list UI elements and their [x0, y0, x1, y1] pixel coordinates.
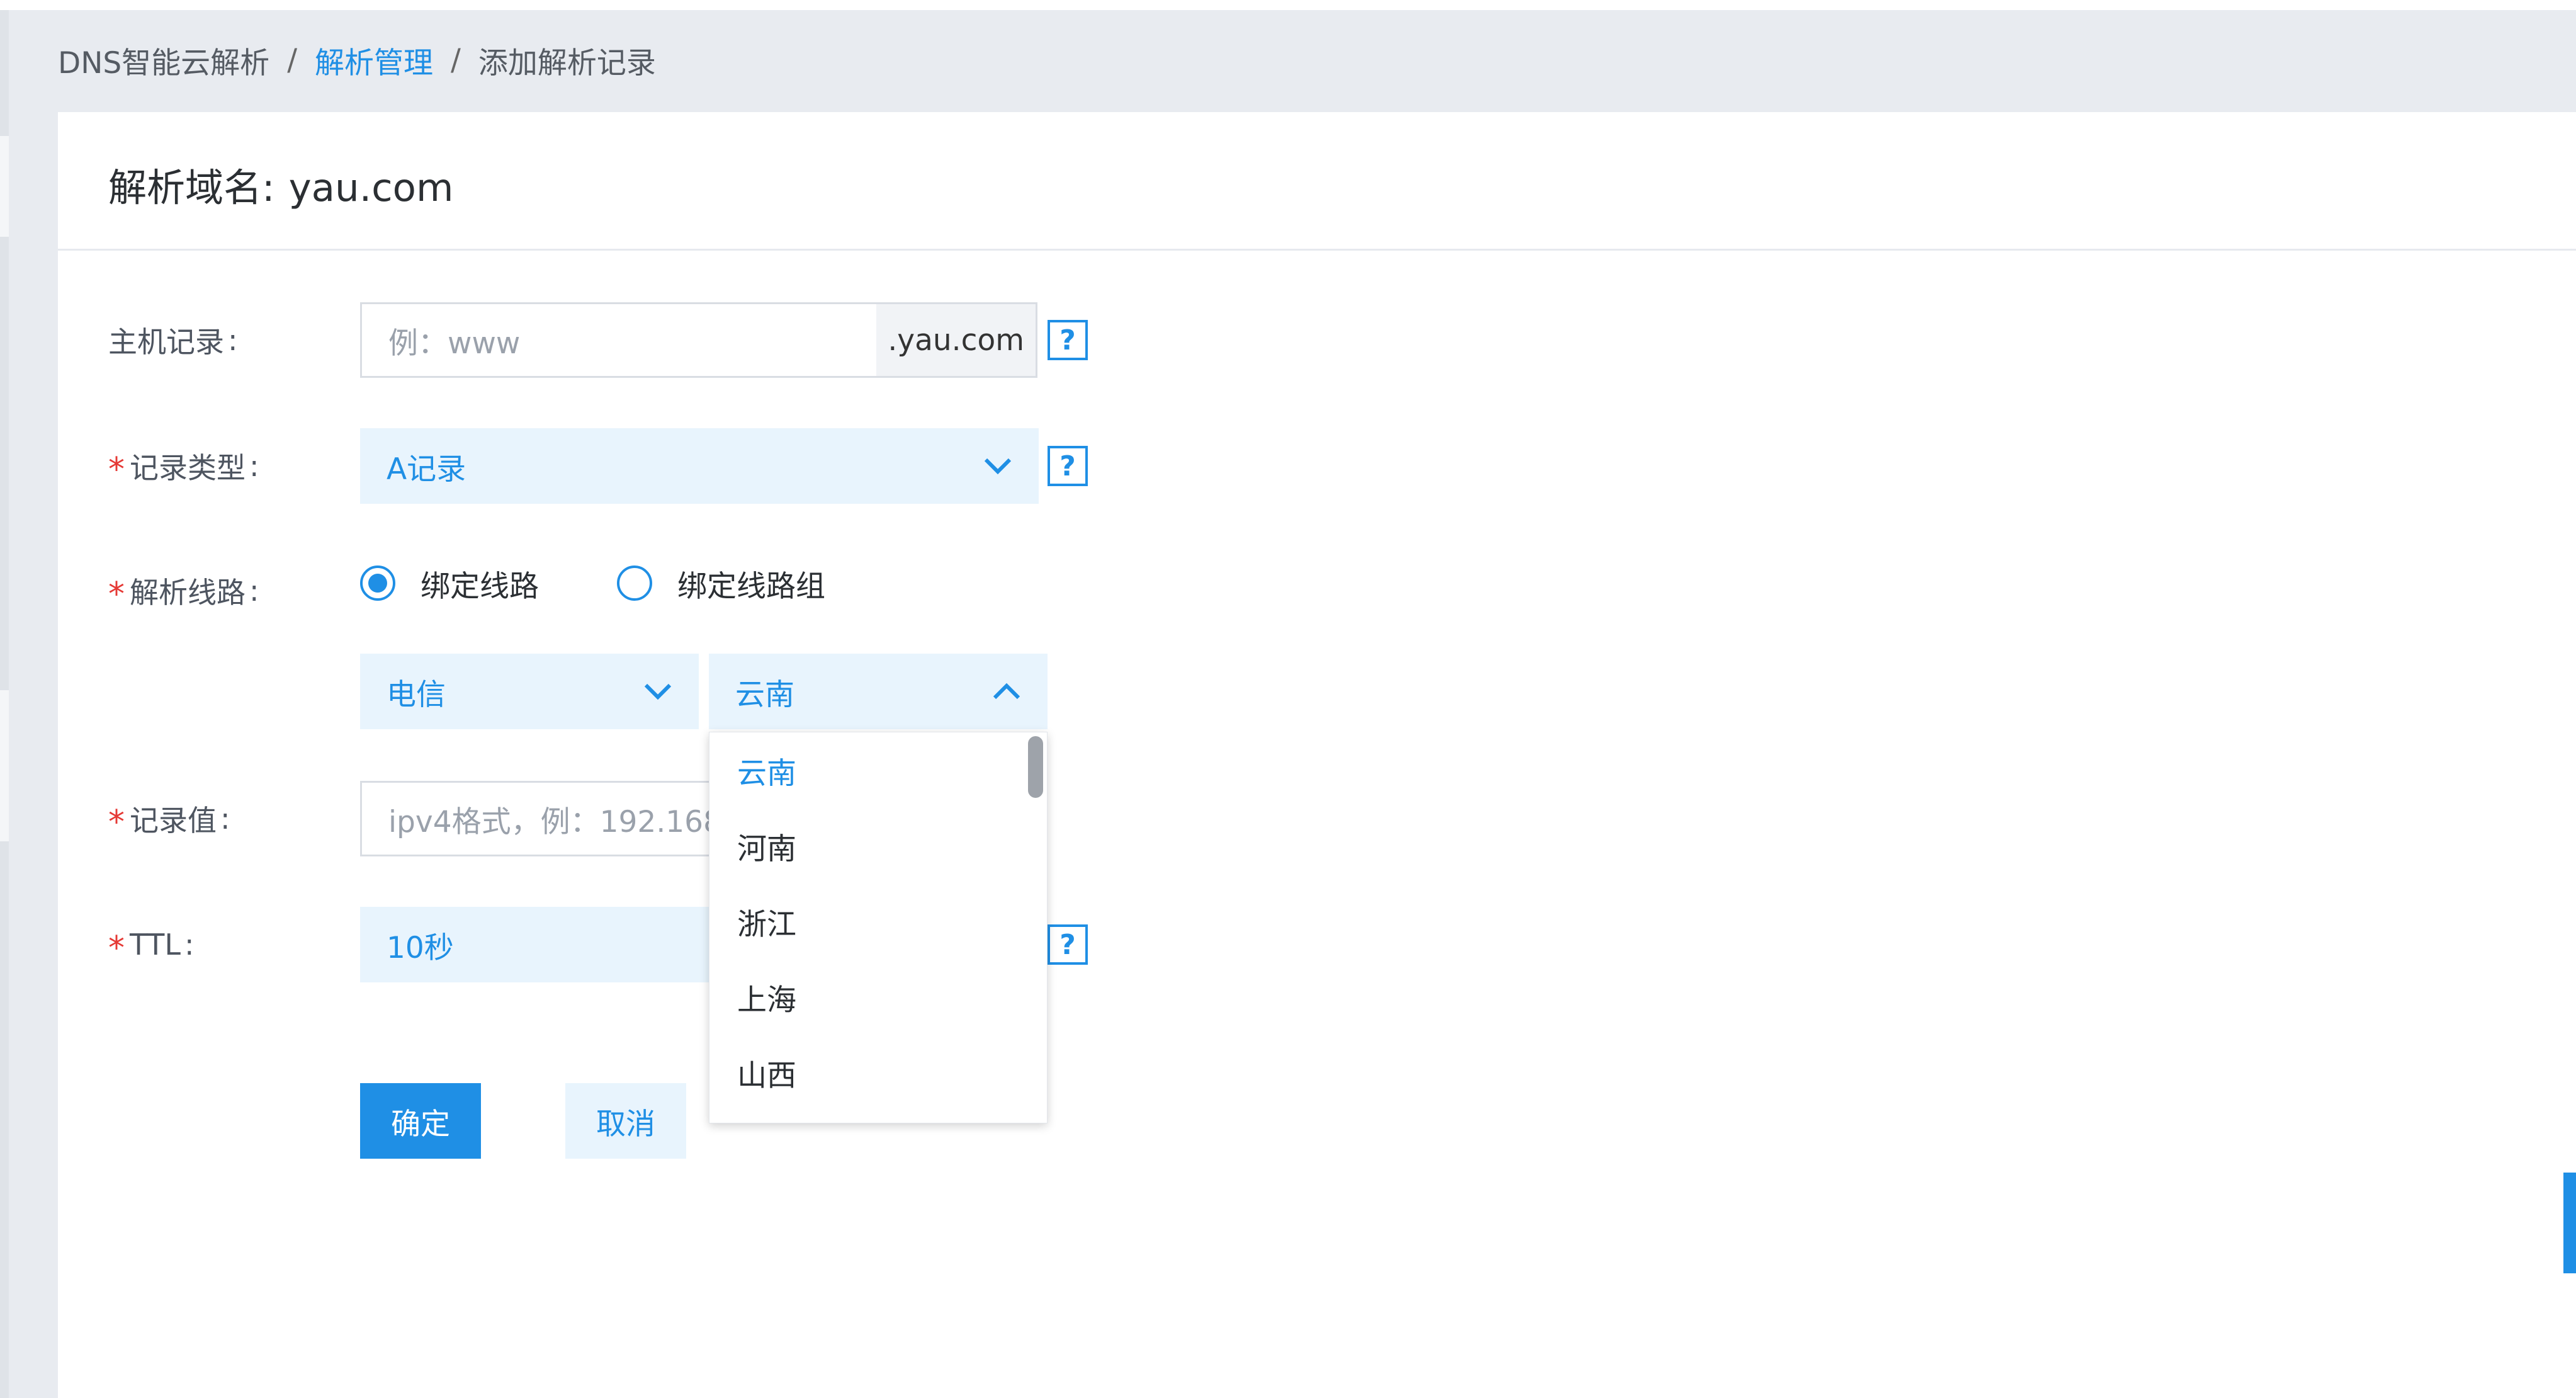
dropdown-option-shanxi[interactable]: 山西 — [737, 1035, 796, 1110]
page-title: 解析域名: yau.com — [108, 156, 453, 212]
record-type-label: * 记录类型: — [108, 428, 259, 504]
record-value-placeholder: ipv4格式，例：192.168 — [388, 804, 722, 839]
required-asterisk: * — [108, 576, 125, 613]
ttl-label-colon: : — [184, 928, 195, 962]
host-label-colon: : — [228, 323, 238, 357]
breadcrumb-separator: / — [451, 42, 461, 77]
radio-bind-line-label: 绑定线路 — [421, 569, 539, 604]
chevron-down-icon — [643, 677, 672, 706]
host-input[interactable]: 例：www .yau.com — [360, 302, 1037, 378]
floating-side-tab[interactable] — [2563, 1173, 2576, 1273]
required-asterisk: * — [108, 451, 125, 489]
required-asterisk: * — [108, 929, 125, 967]
value-label-text: 记录值 — [130, 804, 217, 838]
breadcrumb-current: 添加解析记录 — [478, 45, 656, 81]
host-domain-suffix: .yau.com — [876, 304, 1036, 376]
host-suffix-text: .yau.com — [888, 322, 1024, 358]
breadcrumb-link-manage[interactable]: 解析管理 — [315, 38, 433, 82]
page-title-domain: yau.com — [288, 166, 454, 210]
breadcrumb-separator: / — [287, 42, 298, 77]
page-title-label: 解析域名: — [108, 166, 275, 210]
region-select[interactable]: 云南 — [709, 654, 1048, 729]
breadcrumb-root: DNS智能云解析 — [58, 45, 270, 81]
ttl-help-icon[interactable]: ? — [1048, 924, 1088, 965]
record-type-help-icon[interactable]: ? — [1048, 446, 1088, 486]
line-label-colon: : — [249, 574, 259, 608]
isp-select-value: 电信 — [387, 677, 446, 712]
chevron-down-icon — [983, 452, 1012, 480]
radio-button-unchecked[interactable] — [617, 565, 652, 601]
dropdown-option-shanghai[interactable]: 上海 — [737, 959, 796, 1035]
region-dropdown-menu: 云南 河南 浙江 上海 山西 — [709, 732, 1048, 1123]
confirm-button[interactable]: 确定 — [360, 1083, 481, 1159]
record-type-value: A记录 — [387, 452, 466, 487]
card-header: 解析域名: yau.com — [58, 112, 2576, 251]
isp-select[interactable]: 电信 — [360, 654, 699, 729]
top-strip — [0, 0, 2576, 10]
left-edge-segment — [0, 136, 9, 237]
host-label: 主机记录: — [108, 302, 238, 378]
ttl-label-text: TTL — [130, 928, 181, 962]
line-label: * 解析线路: — [108, 553, 259, 628]
value-label: * 记录值: — [108, 781, 230, 856]
ttl-select-value: 10秒 — [387, 930, 454, 965]
left-edge-segment — [0, 690, 9, 841]
ttl-label: * TTL: — [108, 907, 195, 982]
record-type-label-colon: : — [249, 449, 259, 483]
page: DNS智能云解析 / 解析管理 / 添加解析记录 解析域名: yau.com 主… — [0, 0, 2576, 1398]
value-label-colon: : — [220, 802, 230, 836]
host-input-placeholder: 例：www — [388, 326, 521, 361]
dropdown-option-zhejiang[interactable]: 浙江 — [737, 884, 796, 959]
host-label-text: 主机记录 — [108, 325, 224, 359]
dropdown-option-henan[interactable]: 河南 — [737, 808, 796, 884]
chevron-up-icon — [992, 677, 1021, 706]
required-asterisk: * — [108, 804, 125, 841]
dropdown-scrollbar[interactable] — [1028, 736, 1043, 798]
left-sidebar-edge — [0, 10, 9, 1398]
record-type-select[interactable]: A记录 — [360, 428, 1039, 504]
radio-bind-line[interactable]: 绑定线路 — [360, 545, 539, 621]
region-select-value: 云南 — [735, 677, 794, 712]
radio-button-checked[interactable] — [360, 565, 395, 601]
cancel-button[interactable]: 取消 — [565, 1083, 686, 1159]
form-card: 解析域名: yau.com 主机记录: 例：www .yau.com ? * 记录… — [58, 112, 2576, 1398]
record-type-label-text: 记录类型 — [130, 451, 246, 485]
line-label-text: 解析线路 — [130, 576, 246, 610]
radio-dot — [368, 574, 387, 593]
radio-bind-line-group[interactable]: 绑定线路组 — [617, 545, 825, 621]
radio-bind-line-group-label: 绑定线路组 — [677, 569, 825, 604]
host-help-icon[interactable]: ? — [1048, 320, 1088, 360]
dropdown-option-yunnan[interactable]: 云南 — [737, 732, 796, 808]
breadcrumb: DNS智能云解析 / 解析管理 / 添加解析记录 — [58, 38, 656, 82]
